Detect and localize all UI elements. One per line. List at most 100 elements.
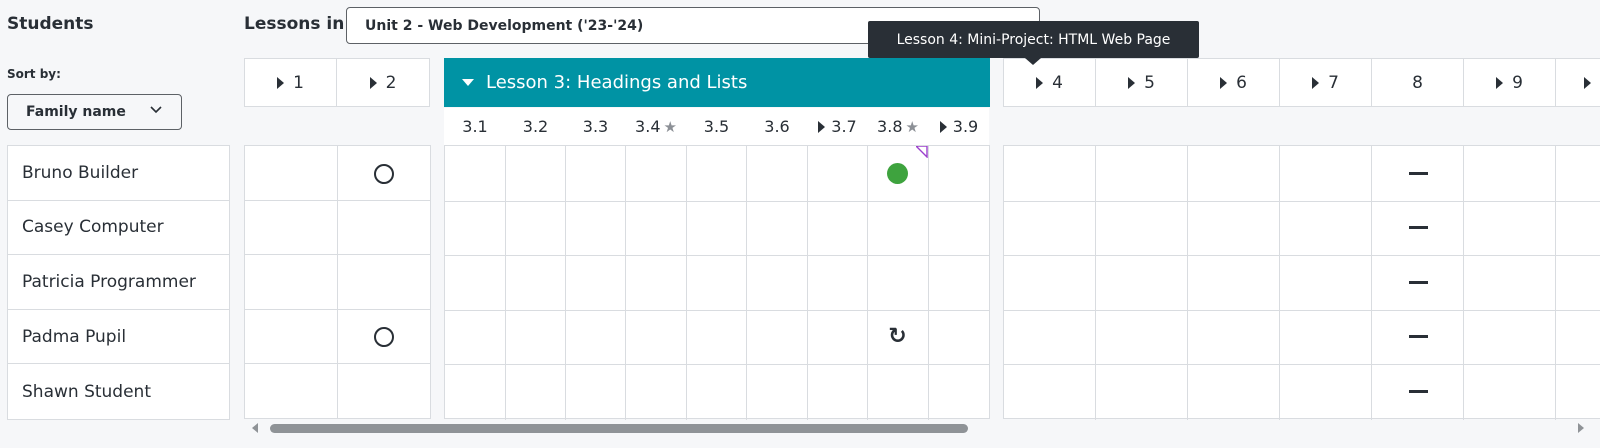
progress-cell[interactable]: [626, 255, 687, 311]
progress-cell[interactable]: [506, 309, 566, 365]
progress-cell[interactable]: [337, 364, 431, 419]
progress-cell[interactable]: [1004, 146, 1096, 202]
progress-cell[interactable]: [566, 146, 626, 202]
progress-cell[interactable]: [687, 364, 747, 420]
progress-cell[interactable]: [245, 200, 338, 255]
scroll-left-arrow-icon[interactable]: [252, 423, 258, 433]
progress-cell[interactable]: [506, 200, 566, 256]
progress-cell[interactable]: [808, 309, 868, 365]
progress-cell[interactable]: [245, 146, 338, 201]
progress-cell[interactable]: [1280, 200, 1372, 256]
progress-cell[interactable]: [1188, 255, 1280, 311]
progress-cell[interactable]: [929, 146, 990, 202]
progress-cell[interactable]: [747, 200, 808, 256]
progress-cell[interactable]: [1188, 364, 1280, 420]
scrollbar-thumb[interactable]: [270, 424, 968, 433]
dash-icon[interactable]: [1372, 309, 1464, 364]
progress-cell[interactable]: [1280, 364, 1372, 420]
progress-cell[interactable]: [245, 364, 338, 419]
not-started-icon[interactable]: [337, 309, 431, 364]
progress-cell[interactable]: [506, 146, 566, 202]
progress-cell[interactable]: [1464, 309, 1556, 365]
retry-icon[interactable]: ↻: [867, 309, 928, 364]
dash-icon[interactable]: [1372, 364, 1464, 419]
progress-cell[interactable]: [1004, 200, 1096, 256]
progress-cell[interactable]: [747, 255, 808, 311]
progress-cell[interactable]: [687, 255, 747, 311]
progress-cell[interactable]: [1004, 364, 1096, 420]
progress-cell[interactable]: [1096, 200, 1188, 256]
progress-cell[interactable]: [566, 200, 626, 256]
progress-cell[interactable]: [808, 255, 868, 311]
progress-cell[interactable]: [808, 200, 868, 256]
progress-cell[interactable]: [445, 146, 506, 202]
progress-cell[interactable]: [506, 364, 566, 420]
progress-cell[interactable]: [245, 309, 338, 364]
progress-cell[interactable]: [245, 255, 338, 310]
student-row[interactable]: Shawn Student: [8, 364, 229, 419]
progress-cell[interactable]: [929, 364, 990, 420]
progress-cell[interactable]: [1188, 146, 1280, 202]
progress-cell[interactable]: [1464, 200, 1556, 256]
lesson-header-9[interactable]: 9: [1463, 58, 1556, 107]
progress-cell[interactable]: [1280, 255, 1372, 311]
progress-cell[interactable]: [1004, 255, 1096, 311]
progress-cell[interactable]: [747, 146, 808, 202]
progress-cell[interactable]: [929, 310, 990, 365]
lesson-header-8[interactable]: 8: [1371, 58, 1464, 107]
progress-cell[interactable]: [566, 309, 626, 365]
progress-cell[interactable]: [1188, 309, 1280, 365]
progress-cell[interactable]: [808, 364, 868, 420]
progress-cell[interactable]: [1556, 255, 1600, 311]
progress-cell[interactable]: [868, 364, 929, 420]
progress-cell[interactable]: [626, 364, 687, 420]
progress-cell[interactable]: [445, 364, 506, 420]
not-started-icon[interactable]: [337, 146, 431, 201]
progress-cell[interactable]: [445, 200, 506, 256]
progress-cell[interactable]: [687, 200, 747, 256]
progress-cell[interactable]: [1280, 309, 1372, 365]
progress-cell[interactable]: [1188, 200, 1280, 256]
progress-cell[interactable]: [1556, 310, 1600, 365]
level-header[interactable]: 3.8 ★: [867, 108, 928, 145]
lesson-header-4[interactable]: 4: [1003, 58, 1096, 107]
lesson-header-5[interactable]: 5: [1095, 58, 1188, 107]
level-header[interactable]: 3.6: [746, 108, 807, 145]
lesson-header-7[interactable]: 7: [1279, 58, 1372, 107]
student-row[interactable]: Casey Computer: [8, 201, 229, 256]
progress-cell[interactable]: [868, 200, 929, 256]
progress-cell[interactable]: [1556, 364, 1600, 420]
lesson-header-10[interactable]: [1555, 58, 1600, 107]
dash-icon[interactable]: [1372, 146, 1464, 201]
progress-cell[interactable]: [1556, 201, 1600, 256]
level-header[interactable]: 3.9: [928, 108, 989, 145]
progress-cell[interactable]: [687, 309, 747, 365]
level-header[interactable]: 3.4 ★: [625, 108, 686, 145]
sort-by-dropdown[interactable]: Family name: [7, 94, 182, 130]
progress-cell[interactable]: [747, 309, 808, 365]
student-row[interactable]: Patricia Programmer: [8, 255, 229, 310]
level-header[interactable]: 3.5: [686, 108, 746, 145]
progress-cell[interactable]: [1096, 255, 1188, 311]
level-header[interactable]: 3.1: [444, 108, 505, 145]
progress-cell[interactable]: [1464, 146, 1556, 202]
expanded-lesson-header[interactable]: Lesson 3: Headings and Lists: [444, 58, 990, 107]
progress-cell[interactable]: [506, 255, 566, 311]
progress-cell[interactable]: [1280, 146, 1372, 202]
level-header[interactable]: 3.3: [565, 108, 625, 145]
progress-cell[interactable]: [1464, 255, 1556, 311]
progress-cell[interactable]: [445, 309, 506, 365]
lesson-header-6[interactable]: 6: [1187, 58, 1280, 107]
progress-cell[interactable]: [747, 364, 808, 420]
lesson-header-1[interactable]: 1: [244, 58, 337, 107]
progress-cell[interactable]: [626, 200, 687, 256]
progress-cell[interactable]: [626, 146, 687, 202]
progress-cell[interactable]: [337, 200, 431, 255]
student-row[interactable]: Bruno Builder: [8, 146, 229, 201]
dash-icon[interactable]: [1372, 255, 1464, 310]
progress-cell[interactable]: [1096, 309, 1188, 365]
level-header[interactable]: 3.2: [505, 108, 565, 145]
progress-cell[interactable]: [337, 255, 431, 310]
progress-cell[interactable]: [929, 255, 990, 311]
progress-cell[interactable]: [687, 146, 747, 202]
